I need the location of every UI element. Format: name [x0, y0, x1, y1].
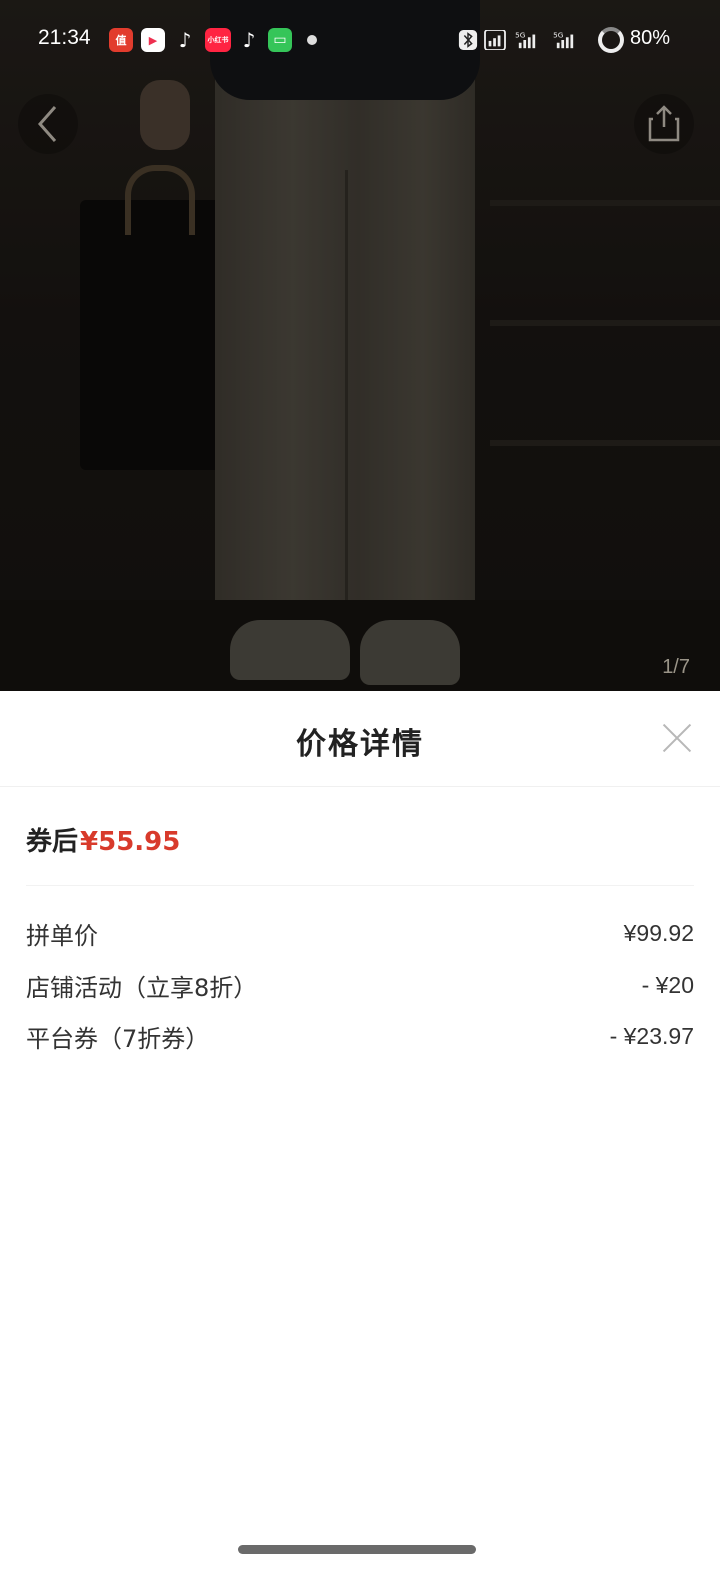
price-line-store-promotion: 店铺活动（立享8折） - ¥20	[26, 965, 694, 1005]
video-app-icon: ▶	[141, 28, 165, 52]
sheet-header: 价格详情	[0, 691, 720, 787]
divider	[26, 885, 694, 886]
battery-icon	[598, 27, 624, 53]
price-line-platform-coupon: 平台券（7折券） - ¥23.97	[26, 1016, 694, 1056]
price-line-label: 平台券（7折券）	[26, 1024, 210, 1053]
wifi-icon	[484, 30, 506, 50]
price-line-value: - ¥23.97	[609, 1022, 694, 1049]
product-photo[interactable]	[0, 0, 720, 700]
close-icon[interactable]	[660, 721, 694, 755]
more-notifications-icon	[307, 35, 317, 45]
price-line-label: 拼单价	[26, 921, 98, 950]
battery-level: 80%	[630, 27, 671, 49]
share-button[interactable]	[634, 94, 694, 154]
dim-overlay	[0, 0, 720, 700]
status-bar: 21:34 值 ▶ ♪ 小红书 ♪ ▭ 5G 5G 80%	[0, 0, 720, 80]
status-time: 21:34	[38, 26, 91, 49]
price-details-sheet: 价格详情 券后¥55.95 拼单价 ¥99.92 店铺活动（立享8折） - ¥2…	[0, 691, 720, 1584]
signal-5g-icon: 5G	[515, 30, 536, 49]
tiktok-icon: ♪	[178, 28, 192, 52]
svg-text:5G: 5G	[515, 30, 526, 39]
share-icon	[648, 105, 680, 142]
home-indicator[interactable]	[238, 1545, 476, 1554]
sheet-title: 价格详情	[296, 727, 424, 762]
xiaohongshu-icon: 小红书	[205, 28, 231, 52]
message-app-icon: ▭	[268, 28, 292, 52]
chevron-left-icon	[37, 106, 57, 142]
final-price-label: 券后	[26, 827, 79, 857]
final-price-value: ¥55.95	[80, 827, 181, 857]
image-counter: 1/7	[662, 656, 690, 678]
final-price-row: 券后¥55.95	[26, 821, 180, 858]
price-line-value: - ¥20	[641, 971, 694, 998]
zhide-app-icon: 值	[109, 28, 133, 52]
signal-5g-secondary-icon: 5G	[553, 30, 574, 49]
price-line-value: ¥99.92	[623, 919, 694, 946]
svg-text:5G: 5G	[553, 30, 564, 39]
price-line-label: 店铺活动（立享8折）	[26, 973, 258, 1002]
tiktok-lite-icon: ♪	[242, 28, 256, 52]
price-line-group-price: 拼单价 ¥99.92	[26, 913, 694, 953]
back-button[interactable]	[18, 94, 78, 154]
bluetooth-icon	[458, 30, 478, 50]
